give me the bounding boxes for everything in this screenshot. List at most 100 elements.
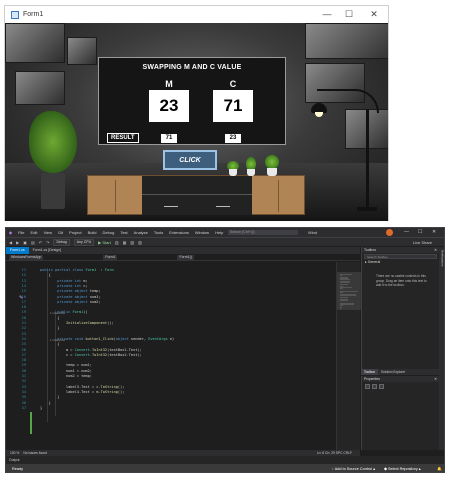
toolbox-search-input[interactable]: Search Toolbox: [364, 254, 437, 259]
properties-header: Properties ✕: [362, 376, 439, 382]
code-line[interactable]: private object num1;: [40, 295, 100, 299]
menu-test[interactable]: Test: [120, 230, 127, 235]
click-button[interactable]: CLICK: [163, 150, 217, 170]
code-line[interactable]: private object num2;: [40, 300, 100, 304]
line-number: 24: [21, 336, 26, 341]
line-number: 20: [21, 315, 26, 320]
line-number: 29: [21, 363, 26, 368]
maximize-button[interactable]: ☐: [342, 8, 356, 20]
code-line[interactable]: private int c;: [40, 284, 87, 288]
close-icon[interactable]: ✕: [432, 229, 436, 235]
save-icon[interactable]: ▤: [31, 240, 35, 245]
code-line[interactable]: private int m;: [40, 279, 87, 283]
minimap[interactable]: [336, 262, 361, 450]
code-line[interactable]: }: [40, 401, 51, 405]
menu-bar: ◆ File Edit View Git Project Build Debug…: [6, 228, 444, 237]
notifications-tab[interactable]: Notifications: [441, 250, 445, 266]
toolbar-icon[interactable]: ▥: [115, 240, 119, 245]
code-token: Form1: [85, 268, 97, 272]
issues-indicator[interactable]: No issues found: [23, 451, 47, 455]
code-token: temp;: [89, 289, 101, 294]
configuration-dropdown[interactable]: Debug: [53, 238, 70, 246]
code-line[interactable]: public partial class Form1 : Form: [40, 268, 114, 272]
code-line[interactable]: {: [40, 342, 59, 346]
close-icon[interactable]: ✕: [434, 376, 437, 382]
toolbar-icon[interactable]: ▦: [123, 240, 127, 245]
cabinet-door: [115, 180, 116, 212]
live-share-button[interactable]: Live Share: [413, 240, 432, 245]
code-line[interactable]: c = Convert.ToInt32(textBox2.Text);: [40, 353, 142, 357]
code-editor[interactable]: 11 12 13 14 15 16 17 18 19 20 21 22 23 24 25 26 27 28 29 30…: [6, 262, 336, 450]
tab-form1-design[interactable]: Form1.cs [Design]: [29, 247, 65, 254]
menu-view[interactable]: View: [43, 230, 52, 235]
code-line[interactable]: }: [40, 326, 59, 330]
code-line[interactable]: temp = num1;: [40, 363, 92, 367]
tab-solution-explorer[interactable]: Solution Explorer: [378, 369, 408, 375]
bell-icon[interactable]: 🔔: [437, 464, 442, 472]
menu-tools[interactable]: Tools: [154, 230, 163, 235]
minimize-button[interactable]: —: [320, 8, 334, 20]
minimize-icon[interactable]: —: [404, 229, 409, 235]
codelens-reference[interactable]: 1 reference: [50, 338, 65, 342]
avatar[interactable]: [386, 229, 393, 236]
code-line[interactable]: m = Convert.ToInt32(textBox1.Text);: [40, 348, 142, 352]
categorized-icon[interactable]: [365, 383, 370, 389]
menu-help[interactable]: Help: [215, 230, 223, 235]
code-line[interactable]: label4.Text = m.ToString();: [40, 390, 124, 394]
new-file-icon[interactable]: ▣: [23, 240, 27, 245]
menu-window[interactable]: Window: [195, 230, 209, 235]
menu-debug[interactable]: Debug: [103, 230, 115, 235]
wrench-icon[interactable]: [379, 383, 384, 389]
code-token: label4.Text = m.: [40, 389, 101, 394]
project-dropdown[interactable]: WindowsFormsApp: [9, 254, 44, 260]
toolbox-title: Toolbox: [364, 248, 377, 252]
redo-icon[interactable]: ↷: [46, 240, 49, 245]
code-line[interactable]: label3.Text = c.ToString();: [40, 385, 124, 389]
search-input[interactable]: Search (Ctrl+Q): [228, 230, 298, 235]
menu-git[interactable]: Git: [58, 230, 63, 235]
c-textbox[interactable]: 71: [213, 90, 253, 122]
toolbar-icon[interactable]: ▨: [138, 240, 142, 245]
small-plant-icon: [265, 155, 279, 169]
code-line[interactable]: InitializeComponent();: [40, 321, 114, 325]
menu-extensions[interactable]: Extensions: [169, 230, 189, 235]
tab-form1-cs[interactable]: Form1.cs: [6, 247, 29, 254]
m-textbox[interactable]: 23: [149, 90, 189, 122]
alphabetical-icon[interactable]: [372, 383, 377, 389]
code-line[interactable]: num1 = num2;: [40, 369, 92, 373]
add-to-source-control-button[interactable]: ↑ Add to Source Control ▴: [332, 464, 375, 472]
menu-project[interactable]: Project: [69, 230, 81, 235]
start-button[interactable]: ▶ Start: [98, 240, 111, 245]
maximize-icon[interactable]: ☐: [418, 229, 422, 235]
close-icon[interactable]: ✕: [434, 247, 437, 253]
class-dropdown[interactable]: Form1: [103, 254, 118, 260]
codelens-reference[interactable]: 1 reference: [50, 311, 65, 315]
code-line[interactable]: private object temp;: [40, 289, 101, 294]
code-line[interactable]: }: [40, 406, 42, 410]
code-line[interactable]: num2 = temp;: [40, 374, 92, 378]
background-cube: [67, 37, 97, 65]
code-line[interactable]: {: [40, 273, 51, 277]
code-line[interactable]: {: [40, 316, 59, 320]
back-icon[interactable]: ◀: [9, 240, 12, 245]
tab-toolbox[interactable]: Toolbox: [361, 369, 378, 375]
close-button[interactable]: ✕: [367, 8, 381, 20]
select-repository-button[interactable]: ◆ Select Repository ▴: [384, 464, 421, 472]
m-label: M: [165, 79, 173, 89]
output-tab[interactable]: Output: [6, 456, 444, 464]
menu-edit[interactable]: Edit: [31, 230, 38, 235]
code-line[interactable]: }: [40, 395, 59, 399]
platform-dropdown[interactable]: Any CPU: [73, 238, 95, 246]
line-number: 12: [21, 273, 26, 278]
result-m-label: 71: [161, 134, 177, 143]
zoom-level[interactable]: 100 %: [10, 451, 19, 455]
undo-icon[interactable]: ↶: [39, 240, 42, 245]
result-label: RESULT: [107, 133, 139, 143]
toolbar-icon[interactable]: ▧: [130, 240, 134, 245]
properties-panel: Properties ✕: [361, 376, 439, 450]
forward-icon[interactable]: ▶: [16, 240, 19, 245]
menu-file[interactable]: File: [18, 230, 24, 235]
menu-build[interactable]: Build: [88, 230, 97, 235]
menu-analyze[interactable]: Analyze: [134, 230, 148, 235]
member-dropdown[interactable]: Form1(): [177, 254, 194, 260]
